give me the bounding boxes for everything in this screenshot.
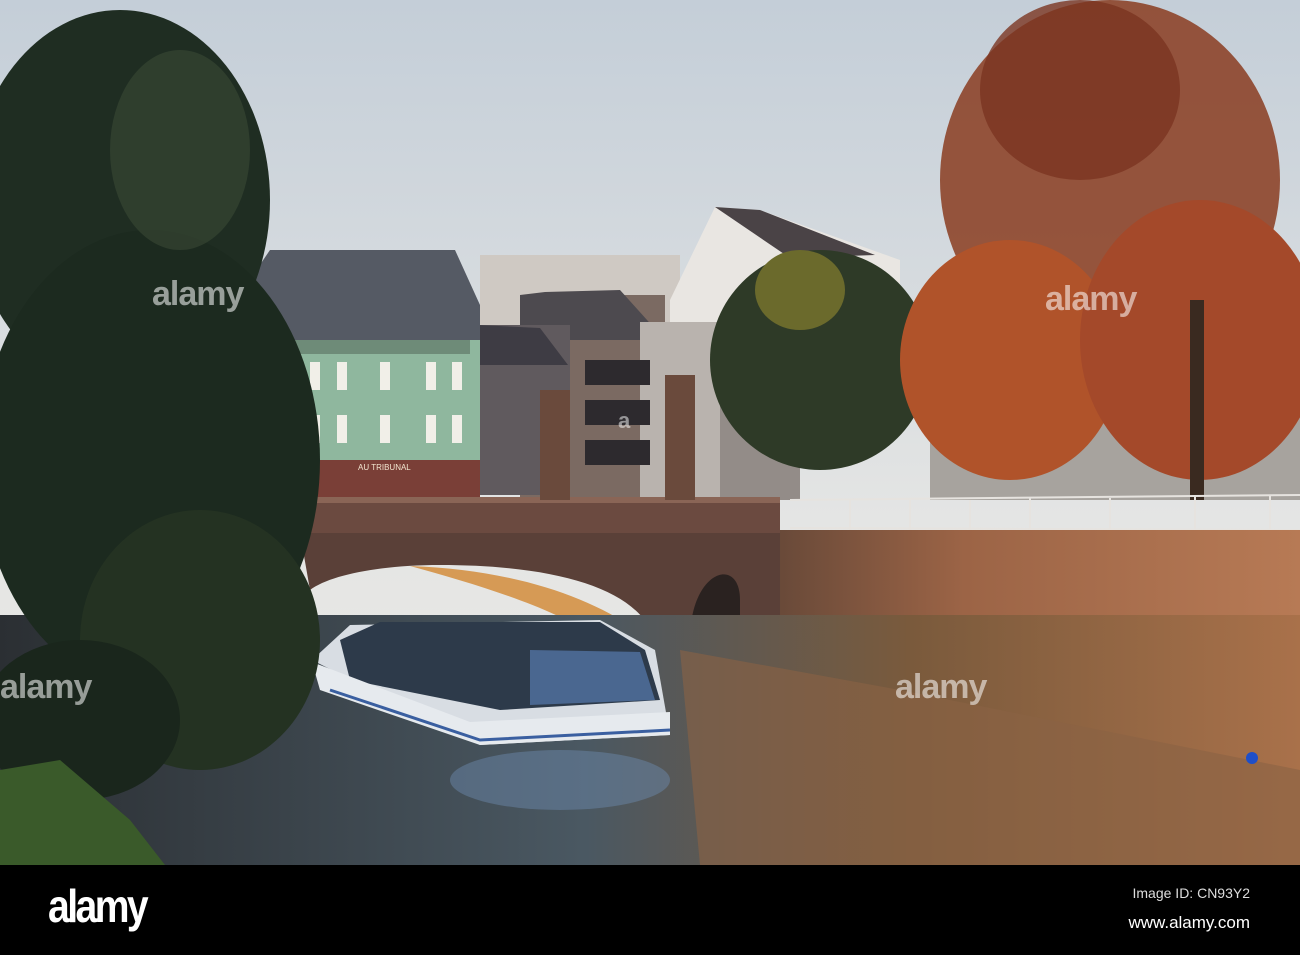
building-sign: AU TRIBUNAL xyxy=(358,463,411,472)
watermark: alamy xyxy=(152,275,244,313)
watermark: a xyxy=(618,408,631,433)
boat-reflection xyxy=(450,750,670,810)
website-link[interactable]: www.alamy.com xyxy=(1128,913,1250,933)
alamy-logo: alamy xyxy=(48,880,149,932)
buoy xyxy=(1246,752,1258,764)
photo-scene: AU TRIBUNAL xyxy=(0,0,1300,865)
footer-bar: alamy Image ID: CN93Y2 www.alamy.com xyxy=(0,865,1300,955)
image-id: Image ID: CN93Y2 xyxy=(1132,885,1251,901)
watermark: alamy xyxy=(1045,280,1137,318)
watermark: alamy xyxy=(0,668,92,706)
green-tree xyxy=(710,250,930,470)
watermark: alamy xyxy=(895,668,987,706)
